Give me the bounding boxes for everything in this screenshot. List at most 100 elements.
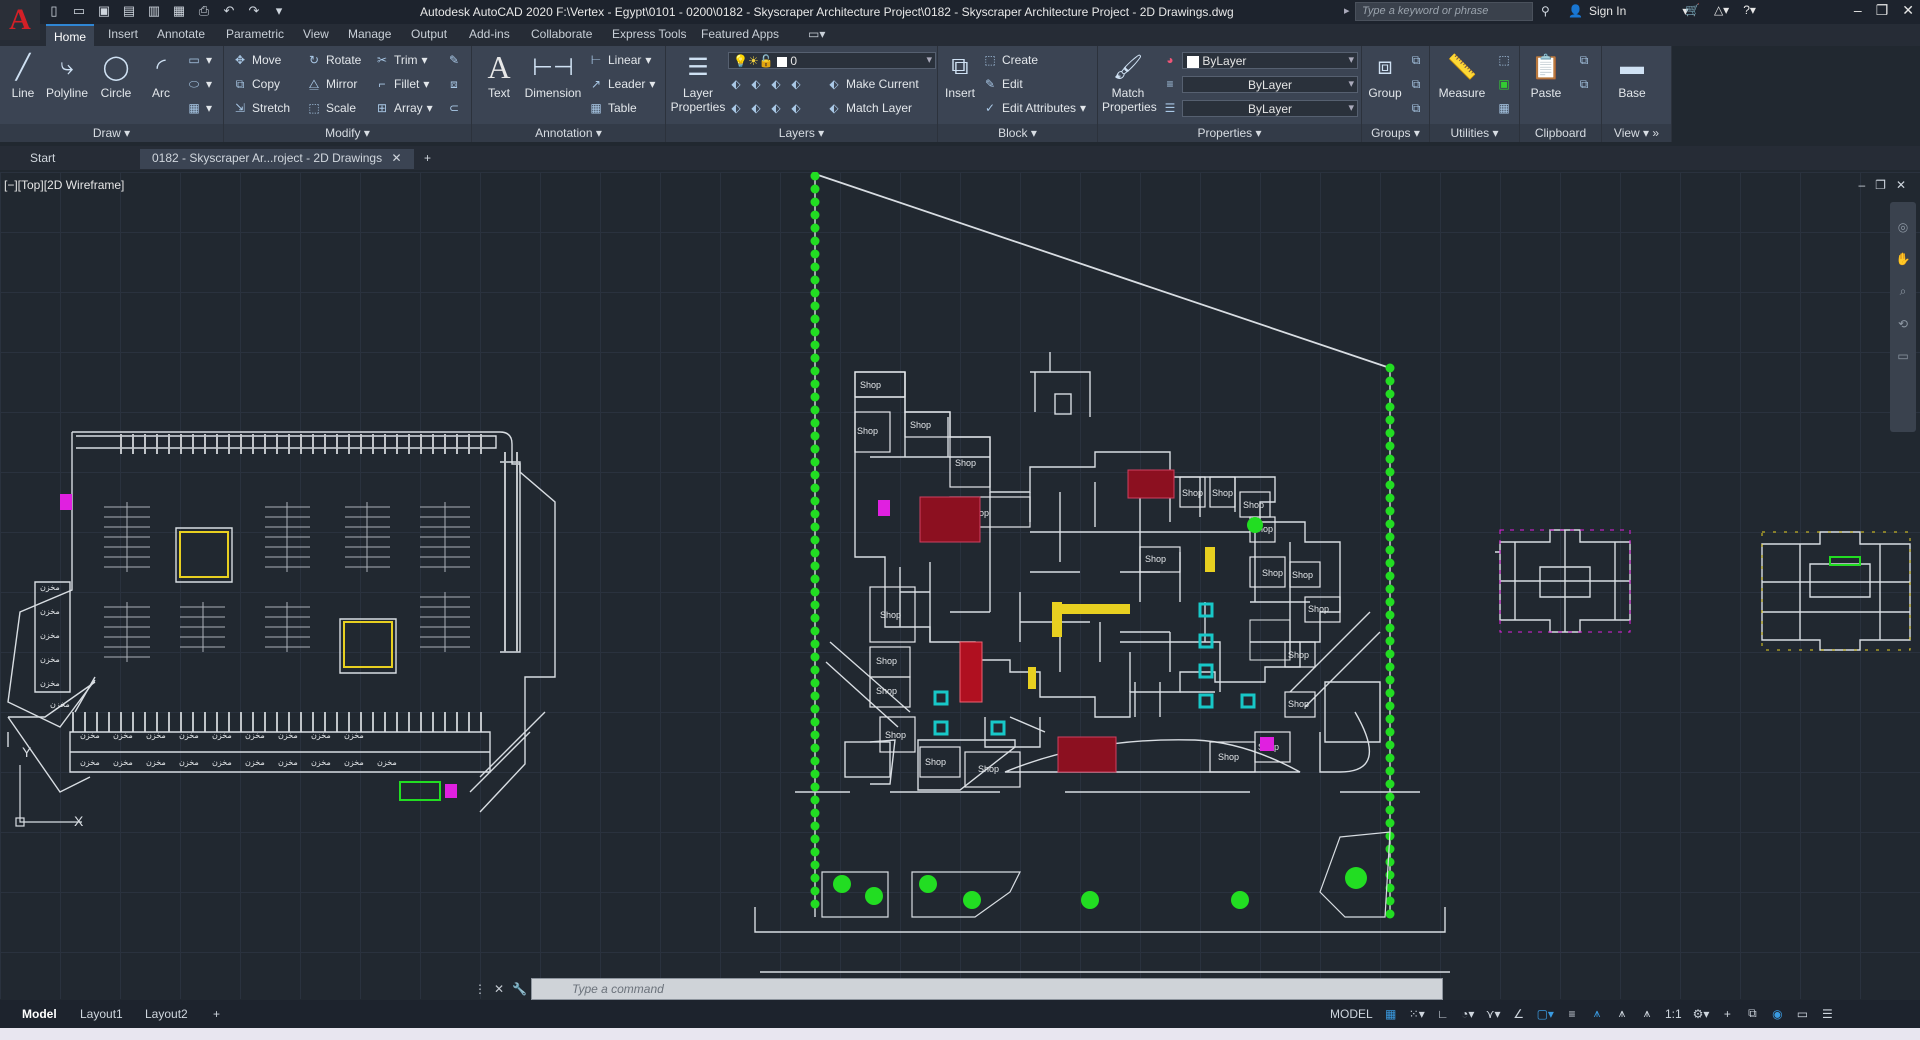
base-view-button[interactable]: ▬ Base [1612, 50, 1652, 100]
edit-attributes-button[interactable]: ✓ Edit Attributes ▾ [982, 100, 1086, 116]
auto-scale-icon[interactable]: ⩚ [1615, 1006, 1629, 1021]
minimize-icon[interactable]: – [1854, 2, 1862, 19]
grid-icon[interactable]: ▦ [1384, 1007, 1398, 1021]
help-search-input[interactable]: Type a keyword or phrase [1355, 2, 1533, 21]
object-snap-tracking-icon[interactable]: ∠ [1512, 1007, 1526, 1021]
line-button[interactable]: ╱ Line [6, 50, 40, 101]
command-input[interactable]: Type a command [531, 978, 1443, 1000]
text-button[interactable]: A Text [482, 49, 516, 101]
color-dropdown[interactable]: ByLayer [1182, 52, 1358, 69]
modify-panel-title[interactable]: Modify ▾ [224, 124, 471, 142]
undo-icon[interactable]: ↶ [221, 3, 237, 19]
tab-add-ins[interactable]: Add-ins [469, 27, 510, 41]
table-button[interactable]: ▦ Table [588, 100, 636, 116]
rectangle-button[interactable]: ▭ ▾ [186, 52, 212, 68]
zoom-icon[interactable]: ⌕ [1890, 284, 1916, 299]
drawing-canvas[interactable]: Shop Shop Shop Shop Shop Shop Shop Shop Shop Shop… [0, 172, 1920, 999]
start-tab[interactable]: Start [18, 149, 67, 169]
clipboard-panel-title[interactable]: Clipboard [1520, 124, 1601, 142]
add-layout-icon[interactable]: + [205, 1004, 228, 1024]
quick-select-icon[interactable]: ⬚ [1496, 52, 1512, 68]
annotation-scale-value[interactable]: 1:1 [1665, 1007, 1682, 1021]
workspace-gear-icon[interactable]: ⚙▾ [1693, 1007, 1710, 1021]
tab-view[interactable]: View [303, 27, 329, 41]
insert-button[interactable]: ⧉ Insert [940, 50, 980, 100]
offset-button[interactable]: ⊂ [446, 100, 462, 116]
stretch-button[interactable]: ⇲ Stretch [232, 100, 290, 116]
tab-output[interactable]: Output [411, 27, 447, 41]
save-as-icon[interactable]: ▤ [121, 3, 137, 19]
viewport-restore-icon[interactable]: ❐ [1875, 178, 1886, 192]
layers-panel-title[interactable]: Layers ▾ [666, 124, 937, 142]
isodraft-icon[interactable]: ⋎▾ [1486, 1007, 1501, 1021]
ortho-icon[interactable]: ∟ [1436, 1007, 1450, 1021]
layer-properties-button[interactable]: ☰ Layer Properties [668, 50, 728, 115]
leader-button[interactable]: ↗ Leader ▾ [588, 76, 655, 92]
ungroup-icon[interactable]: ⧉ [1408, 52, 1424, 68]
tab-manage[interactable]: Manage [348, 27, 391, 41]
create-block-button[interactable]: ⬚ Create [982, 52, 1038, 68]
tab-annotate[interactable]: Annotate [157, 27, 205, 41]
fillet-button[interactable]: ⌐ Fillet ▾ [374, 76, 429, 92]
tab-layout2[interactable]: Layout2 [137, 1004, 196, 1024]
tab-home[interactable]: Home [46, 24, 95, 46]
sign-in-button[interactable]: 👤 Sign In ▾ [1568, 4, 1688, 18]
hatch-button[interactable]: ▦ ▾ [186, 100, 212, 116]
lineweight-toggle-icon[interactable]: ≡ [1565, 1007, 1579, 1021]
isolate-objects-icon[interactable]: ◉ [1770, 1007, 1784, 1021]
linear-button[interactable]: ⊢ Linear ▾ [588, 52, 652, 68]
layer-tools-row-2[interactable]: ⬖ ⬖ ⬖ ⬖ [728, 100, 804, 116]
close-tab-icon[interactable]: ✕ [391, 151, 401, 165]
group-button[interactable]: ⧈ Group [1366, 50, 1404, 100]
linetype-dropdown[interactable]: ByLayer [1182, 76, 1358, 93]
draw-panel-title[interactable]: Draw ▾ [0, 124, 223, 142]
ribbon-toggle-icon[interactable]: ▭▾ [808, 27, 825, 41]
cut-clip-icon[interactable]: ⧉ [1576, 76, 1592, 92]
web-mobile-icon[interactable]: ▥ [146, 3, 162, 19]
cart-icon[interactable]: 🛒 [1685, 3, 1700, 17]
explode-button[interactable]: ⧈ [446, 76, 462, 92]
color-wheel-icon[interactable]: ◕ [1162, 52, 1178, 68]
mirror-button[interactable]: ⧋ Mirror [306, 76, 358, 92]
search-expand-icon[interactable]: ▸ [1344, 4, 1350, 17]
annotation-panel-title[interactable]: Annotation ▾ [472, 124, 665, 142]
viewport-close-icon[interactable]: ✕ [1896, 178, 1906, 192]
units-icon[interactable]: ⧉ [1745, 1006, 1759, 1021]
steering-wheel-icon[interactable]: ◎ [1890, 220, 1916, 234]
showmotion-icon[interactable]: ▭ [1890, 349, 1916, 363]
edit-block-button[interactable]: ✎ Edit [982, 76, 1023, 92]
command-close-icon[interactable]: ✕ [494, 982, 504, 996]
annotation-monitor-icon[interactable]: + [1720, 1007, 1734, 1021]
command-customize-icon[interactable]: 🔧 [512, 982, 527, 996]
open-file-icon[interactable]: ▭ [71, 3, 87, 19]
customize-qat-icon[interactable]: ▾ [271, 3, 287, 19]
layer-tools-row-1[interactable]: ⬖ ⬖ ⬖ ⬖ [728, 76, 804, 92]
calculator-icon[interactable]: ▦ [1496, 100, 1512, 116]
pan-icon[interactable]: ✋ [1890, 252, 1916, 266]
drawing-tab[interactable]: 0182 - Skyscraper Ar...roject - 2D Drawi… [140, 149, 414, 169]
view-panel-title[interactable]: View ▾ » [1602, 124, 1671, 142]
model-space-button[interactable]: MODEL [1330, 1007, 1373, 1021]
move-button[interactable]: ✥ Move [232, 52, 281, 68]
tab-express-tools[interactable]: Express Tools [612, 27, 686, 41]
scale-button[interactable]: ⬚ Scale [306, 100, 356, 116]
group-edit-icon[interactable]: ⧉ [1408, 76, 1424, 92]
app-menu-button[interactable]: A [0, 0, 40, 40]
groups-panel-title[interactable]: Groups ▾ [1362, 124, 1429, 142]
binoculars-icon[interactable]: ⚲ [1541, 4, 1550, 18]
tab-model[interactable]: Model [14, 1004, 65, 1024]
erase-button[interactable]: ✎ [446, 52, 462, 68]
tab-featured-apps[interactable]: Featured Apps [701, 27, 779, 41]
rotate-button[interactable]: ↻ Rotate [306, 52, 361, 68]
match-properties-button[interactable]: 🖌 Match Properties [1102, 50, 1157, 115]
new-file-icon[interactable]: ▯ [46, 3, 62, 19]
customization-icon[interactable]: ☰ [1820, 1007, 1834, 1021]
help-icon[interactable]: ?▾ [1743, 3, 1756, 17]
copy-button[interactable]: ⧉ Copy [232, 76, 280, 92]
measure-button[interactable]: 📏 Measure [1436, 50, 1488, 101]
utilities-panel-title[interactable]: Utilities ▾ [1430, 124, 1519, 142]
export-icon[interactable]: ▦ [171, 3, 187, 19]
ellipse-button[interactable]: ⬭ ▾ [186, 76, 212, 92]
annotation-scale-icon[interactable]: ⩚ [1640, 1006, 1654, 1021]
block-panel-title[interactable]: Block ▾ [938, 124, 1097, 142]
